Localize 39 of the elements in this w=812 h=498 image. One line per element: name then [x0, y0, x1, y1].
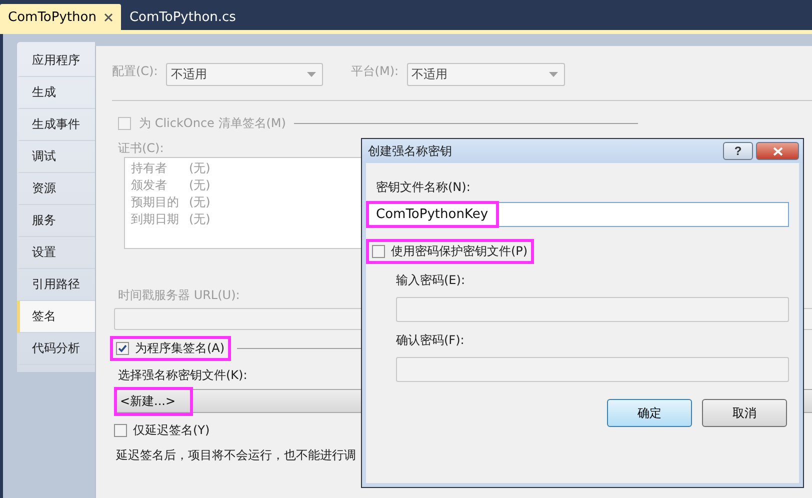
field-label: 时间戳服务器 URL(U):: [118, 287, 240, 304]
field-label: 配置(C):: [112, 63, 158, 80]
key-name-field[interactable]: ComToPythonKey: [368, 202, 789, 227]
checkbox-label: 为 ClickOnce 清单签名(M): [139, 115, 286, 132]
checkbox[interactable]: [114, 424, 127, 437]
field-label: 证书(C):: [118, 140, 164, 157]
dialog-title: 创建强名称密钥: [368, 142, 452, 160]
dialog-button[interactable]: 确定: [607, 399, 692, 427]
caret-icon: [548, 72, 558, 77]
list-cell: (无): [189, 160, 210, 177]
field-label: 确认密码(F):: [396, 332, 464, 349]
dropdown-value: <新建...>: [117, 390, 190, 412]
close-icon[interactable]: [104, 12, 114, 22]
document-tab[interactable]: ComToPython: [0, 4, 122, 30]
dialog-button[interactable]: 取消: [702, 399, 787, 427]
help-button[interactable]: ?: [723, 142, 753, 160]
field-label: 平台(M):: [350, 63, 399, 80]
checkbox[interactable]: [372, 245, 385, 258]
field-label: 输入密码(E):: [396, 272, 465, 289]
list-cell: 预期目的: [131, 194, 179, 211]
list-cell: (无): [189, 194, 210, 211]
document-tab[interactable]: ComToPython.cs: [121, 4, 244, 30]
close-button[interactable]: [756, 142, 799, 160]
list-cell: 颁发者: [131, 177, 167, 194]
list-cell: (无): [189, 177, 210, 194]
field-label: 选择强名称密钥文件(K):: [118, 367, 248, 384]
list-cell: 到期日期: [131, 211, 179, 228]
checkbox-label: 仅延迟签名(Y): [133, 422, 210, 439]
list-cell: 持有者: [131, 160, 167, 177]
check-icon: [118, 344, 127, 353]
note-text: 延迟签名后，项目将不会运行，也不能进行调: [116, 447, 356, 464]
close-icon: [772, 146, 782, 156]
field-label: 密钥文件名称(N):: [376, 179, 470, 196]
checkbox-label: 为程序集签名(A): [135, 340, 225, 357]
checkbox-label: 使用密码保护密钥文件(P): [391, 243, 528, 260]
caret-icon: [306, 72, 316, 77]
checkbox[interactable]: [116, 342, 129, 355]
sidebar-item[interactable]: 签名: [17, 301, 95, 333]
list-cell: (无): [189, 211, 210, 228]
